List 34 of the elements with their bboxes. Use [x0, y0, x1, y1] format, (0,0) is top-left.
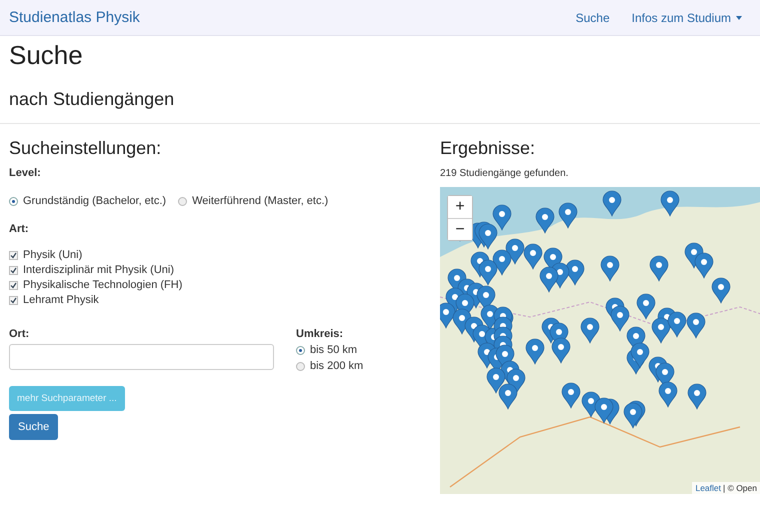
- result-count: 219 Studiengänge gefunden.: [440, 168, 570, 179]
- field-label: Ort:: [9, 328, 30, 340]
- page-title: Suche: [9, 40, 84, 71]
- radio-button[interactable]: [178, 196, 188, 206]
- checkbox[interactable]: [9, 296, 18, 304]
- nav-link[interactable]: Suche: [576, 10, 610, 24]
- checkbox-label: Interdisziplinär mit Physik (Uni): [23, 264, 174, 276]
- radio-label: bis 200 km: [310, 360, 364, 372]
- page-subtitle: nach Studiengängen: [9, 89, 176, 110]
- radio-label: Weiterführend (Master, etc.): [192, 195, 328, 207]
- checkbox-label: Lehramt Physik: [23, 294, 99, 306]
- radio-button[interactable]: [296, 346, 305, 354]
- checkbox-label: Physik (Uni): [23, 249, 82, 261]
- attribution-text: | © Open: [723, 483, 757, 493]
- radio-button[interactable]: [9, 196, 18, 206]
- field-label: Level:: [9, 167, 42, 179]
- checkbox-label: Physikalische Technologien (FH): [23, 279, 182, 291]
- section-heading: Ergebnisse:: [440, 138, 536, 159]
- section-heading: Sucheinstellungen:: [9, 138, 162, 159]
- field-label: Art:: [9, 223, 30, 235]
- checkbox[interactable]: [9, 250, 18, 260]
- zoom-out-button[interactable]: −: [448, 218, 472, 240]
- caret-icon: [736, 16, 742, 20]
- radio-button[interactable]: [296, 362, 305, 370]
- brand-link[interactable]: Studienatlas Physik: [9, 9, 140, 26]
- radio-label: Grundständig (Bachelor, etc.): [23, 195, 166, 207]
- attribution-link[interactable]: Leaflet: [695, 483, 721, 493]
- radio-label: bis 50 km: [310, 344, 358, 356]
- checkbox[interactable]: [9, 280, 18, 290]
- dropdown-menu[interactable]: Infos zum Studium: [632, 10, 742, 24]
- field-label: Umkreis:: [296, 328, 344, 340]
- search-button[interactable]: Suche: [9, 414, 58, 440]
- location-input[interactable]: [9, 344, 274, 370]
- checkbox[interactable]: [9, 266, 18, 274]
